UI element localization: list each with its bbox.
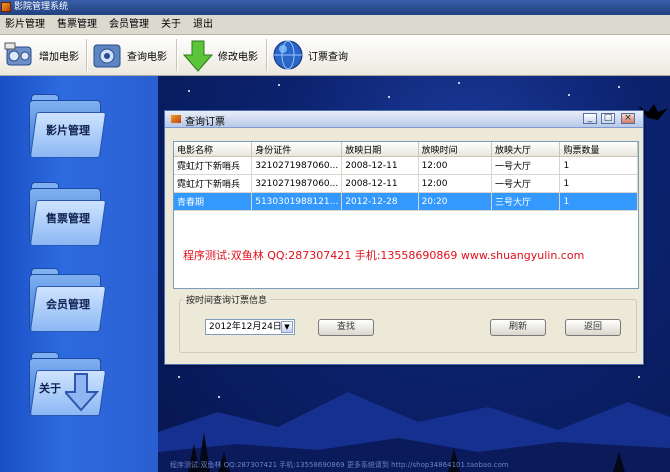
column-header[interactable]: 身份证件 xyxy=(251,142,343,157)
menu-film-management[interactable]: 影片管理 xyxy=(5,18,45,31)
date-picker-value: 2012年12月24日 xyxy=(209,322,282,332)
table-cell: 5130301988121... xyxy=(251,192,343,211)
column-header[interactable]: 放映大厅 xyxy=(491,142,561,157)
menu-exit[interactable]: 退出 xyxy=(193,18,213,31)
booking-query-label: 订票查询 xyxy=(308,51,348,63)
table-cell: 2008-12-11 xyxy=(341,174,419,193)
table-cell: 3210271987060... xyxy=(251,156,343,175)
ticket-folder-icon: 售票管理 xyxy=(46,212,90,225)
table-cell: 青春期 xyxy=(174,192,253,211)
table-cell: 1 xyxy=(559,156,638,175)
table-cell: 2012-12-28 xyxy=(341,192,419,211)
sidebar-item-ticket-management[interactable]: 售票管理 xyxy=(29,182,107,246)
table-cell: 一号大厅 xyxy=(491,156,561,175)
chevron-down-icon[interactable]: ▼ xyxy=(281,321,293,333)
globe-icon xyxy=(272,39,304,71)
window-title: 影院管理系统 xyxy=(14,2,69,12)
column-header[interactable]: 放映日期 xyxy=(341,142,419,157)
table-row-selected[interactable]: 青春期 5130301988121... 2012-12-28 20:20 三号… xyxy=(174,192,638,211)
sidebar-item-member-management[interactable]: 会员管理 xyxy=(29,268,107,332)
search-movie-icon xyxy=(91,39,123,71)
dialog-app-icon xyxy=(171,115,181,123)
footer-watermark: 程序测试:双鱼林 QQ:287307421 手机:13558690869 更多系… xyxy=(170,461,509,469)
table-cell: 1 xyxy=(559,174,638,193)
sidebar-item-about[interactable]: 关于 xyxy=(29,352,107,416)
date-picker[interactable]: 2012年12月24日 ▼ xyxy=(205,319,295,335)
menu-member-management[interactable]: 会员管理 xyxy=(109,18,149,31)
author-notice: 程序测试:双鱼林 QQ:287307421 手机:13558690869 www… xyxy=(183,249,585,262)
booking-query-dialog: 查询订票 _ □ × 电影名称 身份证件 放映日期 放映时间 放映大厅 购票数量… xyxy=(164,110,644,365)
table-cell: 三号大厅 xyxy=(491,192,561,211)
table-cell: 12:00 xyxy=(418,174,492,193)
search-movie-button[interactable]: 查询电影 xyxy=(91,37,167,73)
search-movie-label: 查询电影 xyxy=(127,51,167,63)
dialog-title: 查询订票 xyxy=(185,117,225,128)
date-query-group-label: 按时间查询订票信息 xyxy=(183,293,271,306)
sidebar: 影片管理 售票管理 会员管理 关于 xyxy=(0,76,158,472)
minimize-button[interactable]: _ xyxy=(583,113,597,124)
menu-bar: 影片管理 售票管理 会员管理 关于 退出 xyxy=(0,15,670,35)
table-cell: 2008-12-11 xyxy=(341,156,419,175)
edit-movie-button[interactable]: 修改电影 xyxy=(182,37,258,73)
table-row[interactable]: 霓虹灯下新哨兵 3210271987060... 2008-12-11 12:0… xyxy=(174,156,638,175)
app-icon xyxy=(1,2,11,12)
toolbar: 增加电影 查询电影 修改电影 订票查询 xyxy=(0,35,670,76)
edit-movie-label: 修改电影 xyxy=(218,51,258,63)
window-titlebar: 影院管理系统 xyxy=(0,0,670,15)
close-button[interactable]: × xyxy=(621,113,635,124)
table-cell: 3210271987060... xyxy=(251,174,343,193)
table-cell: 霓虹灯下新哨兵 xyxy=(174,156,253,175)
edit-movie-icon xyxy=(182,39,214,72)
add-movie-label: 增加电影 xyxy=(39,51,79,63)
menu-about[interactable]: 关于 xyxy=(161,18,181,31)
bookings-table[interactable]: 电影名称 身份证件 放映日期 放映时间 放映大厅 购票数量 霓虹灯下新哨兵 32… xyxy=(173,141,639,289)
add-movie-icon xyxy=(3,39,35,71)
mountains xyxy=(158,392,670,472)
column-header[interactable]: 放映时间 xyxy=(418,142,492,157)
dialog-titlebar: 查询订票 _ □ × xyxy=(165,111,643,128)
booking-query-button[interactable]: 订票查询 xyxy=(272,37,348,73)
add-movie-button[interactable]: 增加电影 xyxy=(3,37,79,73)
table-cell: 12:00 xyxy=(418,156,492,175)
back-button[interactable]: 返回 xyxy=(565,319,621,336)
film-folder-icon: 影片管理 xyxy=(46,124,90,137)
table-cell: 20:20 xyxy=(418,192,492,211)
table-cell: 1 xyxy=(559,192,638,211)
table-cell: 一号大厅 xyxy=(491,174,561,193)
member-folder-icon: 会员管理 xyxy=(46,298,90,311)
table-cell: 霓虹灯下新哨兵 xyxy=(174,174,253,193)
maximize-button[interactable]: □ xyxy=(601,113,615,124)
column-header[interactable]: 电影名称 xyxy=(174,142,253,157)
sidebar-item-film-management[interactable]: 影片管理 xyxy=(29,94,107,158)
menu-ticket-management[interactable]: 售票管理 xyxy=(57,18,97,31)
refresh-button[interactable]: 刷新 xyxy=(490,319,546,336)
table-row[interactable]: 霓虹灯下新哨兵 3210271987060... 2008-12-11 12:0… xyxy=(174,174,638,193)
search-button[interactable]: 查找 xyxy=(318,319,374,336)
down-arrow-icon xyxy=(65,373,99,412)
column-header[interactable]: 购票数量 xyxy=(559,142,638,157)
